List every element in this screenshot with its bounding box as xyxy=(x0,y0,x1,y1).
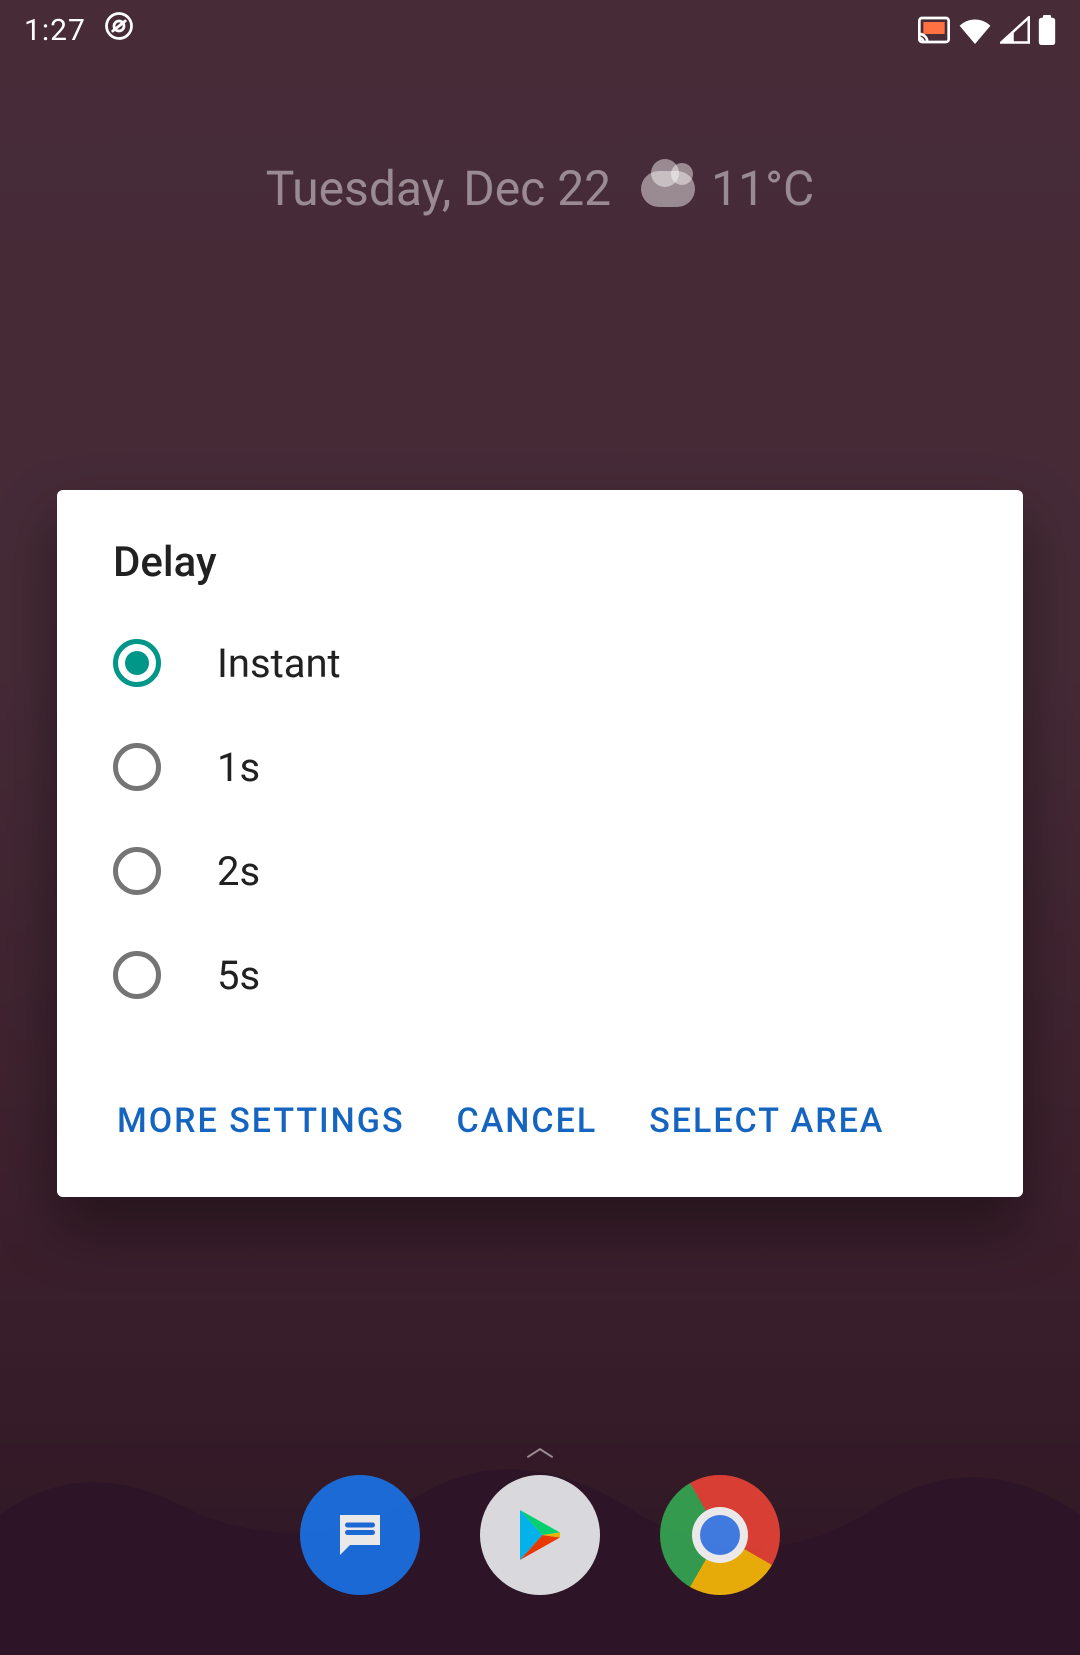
status-clock: 1:27 xyxy=(24,13,86,48)
play-store-app-icon[interactable] xyxy=(480,1475,600,1595)
messages-app-icon[interactable] xyxy=(300,1475,420,1595)
radio-icon xyxy=(113,951,161,999)
temperature-label: 11°C xyxy=(711,160,814,217)
cast-icon xyxy=(918,16,950,44)
delay-dialog: Delay Instant 1s 2s 5s MORE SETTINGS CAN… xyxy=(57,490,1023,1197)
cancel-button[interactable]: CANCEL xyxy=(437,1085,618,1157)
option-label: 1s xyxy=(217,744,260,791)
screenshot-app-icon xyxy=(104,11,134,49)
radio-icon xyxy=(113,639,161,687)
weather: 11°C xyxy=(641,160,814,217)
date-label: Tuesday, Dec 22 xyxy=(266,160,611,217)
dialog-actions: MORE SETTINGS CANCEL SELECT AREA xyxy=(57,1057,1023,1197)
battery-icon xyxy=(1038,15,1056,45)
cell-signal-icon xyxy=(1000,16,1030,44)
app-drawer-handle[interactable]: ︿ xyxy=(526,1425,554,1465)
option-2s[interactable]: 2s xyxy=(57,819,1023,923)
chrome-app-icon[interactable] xyxy=(660,1475,780,1595)
status-bar: 1:27 xyxy=(0,0,1080,60)
option-5s[interactable]: 5s xyxy=(57,923,1023,1027)
dialog-title: Delay xyxy=(57,538,1023,611)
radio-icon xyxy=(113,743,161,791)
cloud-icon xyxy=(641,171,695,207)
wifi-icon xyxy=(958,16,992,44)
option-instant[interactable]: Instant xyxy=(57,611,1023,715)
select-area-button[interactable]: SELECT AREA xyxy=(629,1085,904,1157)
dock xyxy=(0,1475,1080,1595)
more-settings-button[interactable]: MORE SETTINGS xyxy=(97,1085,425,1157)
option-1s[interactable]: 1s xyxy=(57,715,1023,819)
option-label: 2s xyxy=(217,848,260,895)
delay-options: Instant 1s 2s 5s xyxy=(57,611,1023,1057)
radio-icon xyxy=(113,847,161,895)
date-weather-widget[interactable]: Tuesday, Dec 22 11°C xyxy=(0,160,1080,217)
option-label: 5s xyxy=(217,952,260,999)
option-label: Instant xyxy=(217,640,341,687)
